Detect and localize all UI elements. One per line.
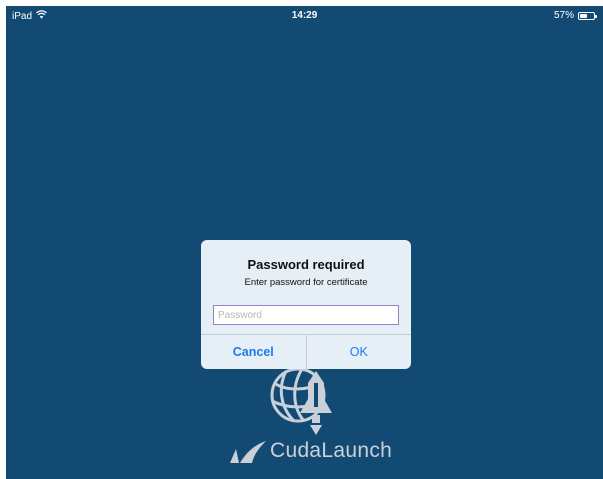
cancel-button[interactable]: Cancel: [201, 335, 307, 369]
dialog-message: Enter password for certificate: [244, 277, 368, 288]
dialog-buttons: Cancel OK: [201, 334, 411, 369]
globe-rocket-icon: [270, 367, 332, 435]
app-name: CudaLaunch: [270, 439, 393, 462]
barracuda-mark-icon: [230, 441, 266, 463]
dialog-title: Password required: [247, 257, 365, 272]
ok-button[interactable]: OK: [307, 335, 412, 369]
app-screen: iPad 14:29 57% CudaLaunch Password requi…: [6, 6, 603, 479]
password-dialog: Password required Enter password for cer…: [201, 240, 411, 369]
password-input[interactable]: [213, 305, 399, 325]
